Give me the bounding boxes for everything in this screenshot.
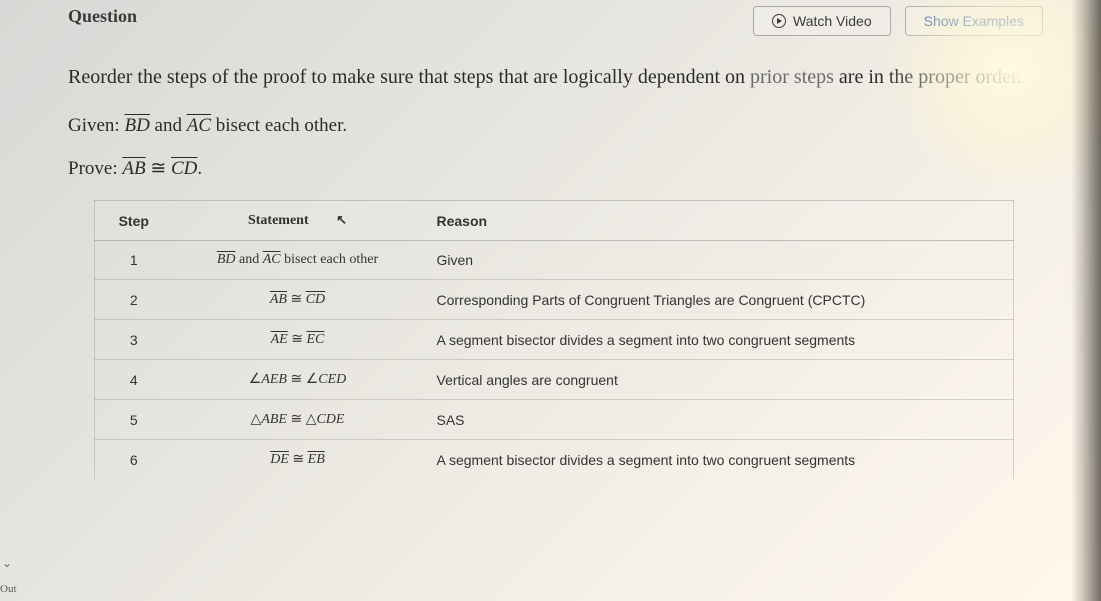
table-row[interactable]: 4∠AEB ≅ ∠CEDVertical angles are congruen… <box>95 360 1014 400</box>
reason-cell[interactable]: A segment bisector divides a segment int… <box>423 440 1014 480</box>
top-bar: Question Watch Video Show Examples <box>68 6 1043 36</box>
question-heading: Question <box>68 6 137 27</box>
table-row[interactable]: 5△ABE ≅ △CDESAS <box>95 400 1014 440</box>
reason-cell[interactable]: Vertical angles are congruent <box>423 360 1014 400</box>
statement-cell[interactable]: AE ≅ EC <box>173 320 423 360</box>
show-examples-button[interactable]: Show Examples <box>905 6 1043 36</box>
watch-video-label: Watch Video <box>793 13 872 29</box>
page-right-shadow <box>1071 0 1101 601</box>
table-row[interactable]: 6DE ≅ EBA segment bisector divides a seg… <box>95 440 1014 480</box>
watch-video-button[interactable]: Watch Video <box>753 6 891 36</box>
play-icon <box>772 14 786 28</box>
proof-table: Step Statement ↖ Reason 1BD and AC bisec… <box>94 200 1014 479</box>
instructions-pre: Reorder the steps of the proof to make s… <box>68 66 750 88</box>
cursor-icon: ↖ <box>336 212 347 228</box>
prove-seg1: AB <box>122 158 145 179</box>
prove-rel: ≅ <box>146 158 171 179</box>
instructions-post: are in the proper order. <box>834 66 1022 88</box>
statement-cell[interactable]: ∠AEB ≅ ∠CED <box>173 360 423 400</box>
col-reason: Reason <box>423 201 1014 241</box>
instructions-text: Reorder the steps of the proof to make s… <box>68 64 1043 91</box>
show-examples-label: Show Examples <box>924 13 1024 29</box>
content-area: Question Watch Video Show Examples Reord… <box>0 0 1101 479</box>
collapse-caret-icon[interactable]: ⌄ <box>2 556 12 571</box>
step-cell: 4 <box>95 360 173 400</box>
prove-seg2: CD <box>171 158 197 179</box>
step-cell: 2 <box>95 280 173 320</box>
prove-tail: . <box>197 158 202 179</box>
prove-line: Prove: AB ≅ CD. <box>68 157 1043 180</box>
reason-cell[interactable]: SAS <box>423 400 1014 440</box>
col-step: Step <box>95 201 173 241</box>
reason-cell[interactable]: Given <box>423 241 1014 280</box>
table-row[interactable]: 1BD and AC bisect each otherGiven <box>95 241 1014 280</box>
given-seg2: AC <box>187 115 211 136</box>
given-seg1: BD <box>124 115 149 136</box>
given-tail: bisect each other. <box>211 115 347 136</box>
col-statement-label: Statement <box>248 213 309 228</box>
step-cell: 1 <box>95 241 173 280</box>
prove-label: Prove: <box>68 158 122 179</box>
col-statement: Statement ↖ <box>173 201 423 241</box>
step-cell: 5 <box>95 400 173 440</box>
statement-cell[interactable]: DE ≅ EB <box>173 440 423 480</box>
out-label: Out <box>0 583 17 595</box>
statement-cell[interactable]: AB ≅ CD <box>173 280 423 320</box>
statement-cell[interactable]: △ABE ≅ △CDE <box>173 400 423 440</box>
given-mid: and <box>150 115 187 136</box>
table-row[interactable]: 2AB ≅ CDCorresponding Parts of Congruent… <box>95 280 1014 320</box>
reason-cell[interactable]: Corresponding Parts of Congruent Triangl… <box>423 280 1014 320</box>
instructions-grey: prior steps <box>750 66 834 88</box>
table-header-row: Step Statement ↖ Reason <box>95 201 1014 241</box>
reason-cell[interactable]: A segment bisector divides a segment int… <box>423 320 1014 360</box>
table-body: 1BD and AC bisect each otherGiven2AB ≅ C… <box>95 241 1014 480</box>
given-label: Given: <box>68 115 124 136</box>
statement-cell[interactable]: BD and AC bisect each other <box>173 241 423 280</box>
top-buttons: Watch Video Show Examples <box>753 6 1043 36</box>
given-line: Given: BD and AC bisect each other. <box>68 115 1043 137</box>
step-cell: 6 <box>95 440 173 480</box>
step-cell: 3 <box>95 320 173 360</box>
table-row[interactable]: 3AE ≅ ECA segment bisector divides a seg… <box>95 320 1014 360</box>
